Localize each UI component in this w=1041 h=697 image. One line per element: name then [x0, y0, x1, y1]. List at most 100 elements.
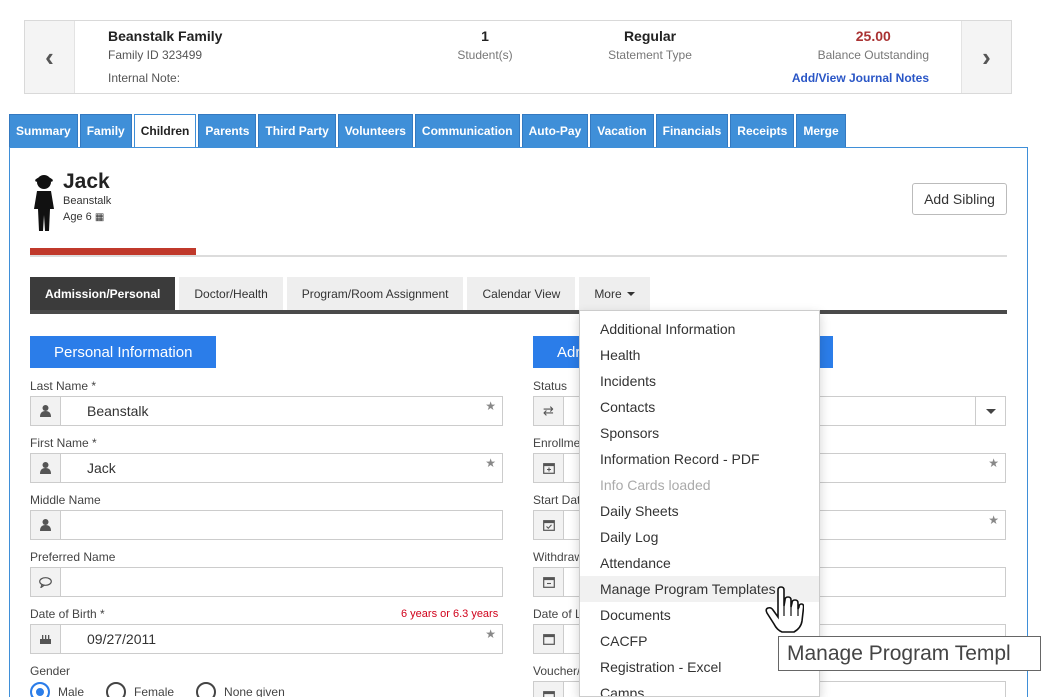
- gender-female-label: Female: [134, 685, 175, 697]
- calendar-minus-icon: [534, 568, 564, 596]
- chevron-down-icon: [975, 397, 1005, 425]
- family-name: Beanstalk Family: [108, 28, 223, 44]
- family-id: Family ID 323499: [108, 48, 203, 62]
- preferred-name-label: Preferred Name: [30, 550, 116, 564]
- first-name-field[interactable]: Jack ★: [30, 453, 503, 483]
- gender-male-radio[interactable]: [30, 682, 50, 697]
- statement-stat: Regular Statement Type: [595, 28, 705, 62]
- tab-auto-pay[interactable]: Auto-Pay: [521, 114, 589, 147]
- withdraw-date-label: Withdraw: [533, 550, 584, 564]
- menu-item-info-cards-loaded: Info Cards loaded: [600, 477, 711, 493]
- tab-communication[interactable]: Communication: [414, 114, 520, 147]
- profile-progress-fill: [30, 248, 196, 255]
- enrollment-date-label: Enrollme: [533, 436, 581, 450]
- balance-label: Balance Outstanding: [817, 48, 929, 62]
- child-avatar: [34, 175, 54, 231]
- birthday-cake-icon: [31, 625, 61, 653]
- menu-item-daily-sheets[interactable]: Daily Sheets: [580, 498, 819, 524]
- gender-female-radio[interactable]: [106, 682, 127, 697]
- gender-label: Gender: [30, 664, 71, 678]
- menu-item-attendance[interactable]: Attendance: [580, 550, 819, 576]
- calendar-icon: [534, 625, 564, 653]
- start-date-label: Start Dat: [533, 493, 581, 507]
- chevron-right-icon: ›: [982, 41, 991, 72]
- journal-notes-link[interactable]: Add/View Journal Notes: [792, 71, 929, 85]
- birthday-cake-icon: ▦: [94, 212, 105, 223]
- sub-tab-underline: [30, 310, 1007, 314]
- tab-receipts[interactable]: Receipts: [730, 114, 795, 147]
- tooltip: Manage Program Templ: [778, 636, 1041, 671]
- tab-program-room-assignment[interactable]: Program/Room Assignment: [286, 277, 464, 310]
- sub-tab-bar: Admission/Personal Doctor/Health Program…: [30, 277, 654, 310]
- middle-name-field[interactable]: [30, 510, 503, 540]
- star-icon: ★: [485, 399, 496, 413]
- speech-bubble-icon: [31, 568, 61, 596]
- menu-item-information-record-pdf[interactable]: Information Record - PDF: [580, 446, 819, 472]
- more-dropdown-toggle[interactable]: More: [579, 277, 650, 310]
- menu-item-health[interactable]: Health: [580, 342, 819, 368]
- user-icon: [31, 397, 61, 425]
- balance-stat: 25.00 Balance Outstanding: [818, 28, 929, 62]
- previous-family-button[interactable]: ‹: [25, 21, 75, 93]
- add-sibling-button[interactable]: Add Sibling: [912, 183, 1007, 215]
- menu-item-sponsors[interactable]: Sponsors: [580, 420, 819, 446]
- tab-doctor-health[interactable]: Doctor/Health: [179, 277, 283, 310]
- menu-item-contacts[interactable]: Contacts: [580, 394, 819, 420]
- menu-item-additional-information[interactable]: Additional Information: [580, 316, 819, 342]
- menu-item-camps[interactable]: Camps: [580, 680, 819, 696]
- voucher-label: Voucher/: [533, 664, 581, 678]
- internal-note-label: Internal Note:: [108, 71, 181, 85]
- tab-volunteers[interactable]: Volunteers: [337, 114, 413, 147]
- dob-field[interactable]: 09/27/2011 ★: [30, 624, 503, 654]
- tab-calendar-view[interactable]: Calendar View: [467, 277, 576, 310]
- statement-type-value: Regular: [623, 28, 677, 44]
- child-last-name: Beanstalk: [63, 195, 112, 207]
- gender-none-label: None given: [224, 685, 285, 697]
- calendar-icon: [534, 682, 564, 697]
- tab-vacation[interactable]: Vacation: [590, 114, 654, 147]
- calendar-plus-icon: [534, 454, 564, 482]
- last-date-label: Date of L: [533, 607, 582, 621]
- dob-value: 09/27/2011: [87, 631, 157, 647]
- main-tab-bar: Summary Family Children Parents Third Pa…: [9, 114, 848, 148]
- statement-type-label: Statement Type: [608, 48, 692, 62]
- menu-item-incidents[interactable]: Incidents: [580, 368, 819, 394]
- tab-financials[interactable]: Financials: [655, 114, 729, 147]
- tab-children[interactable]: Children: [133, 114, 197, 148]
- chevron-left-icon: ‹: [45, 41, 54, 72]
- star-icon: ★: [485, 456, 496, 470]
- preferred-name-field[interactable]: [30, 567, 503, 597]
- first-name-label: First Name *: [30, 436, 97, 450]
- gender-radio-group: Male Female None given: [30, 682, 307, 697]
- last-name-field[interactable]: Beanstalk ★: [30, 396, 503, 426]
- tab-family[interactable]: Family: [79, 114, 132, 147]
- personal-information-header: Personal Information: [30, 336, 216, 368]
- students-stat: 1 Student(s): [445, 28, 525, 62]
- user-icon: [31, 511, 61, 539]
- tab-admission-personal[interactable]: Admission/Personal: [30, 277, 176, 310]
- child-age: Age 6 ▦: [63, 211, 104, 223]
- user-icon: [31, 454, 61, 482]
- tab-merge[interactable]: Merge: [796, 114, 846, 147]
- tab-third-party[interactable]: Third Party: [258, 114, 336, 147]
- calendar-check-icon: [534, 511, 564, 539]
- gender-male-label: Male: [58, 685, 85, 697]
- star-icon: ★: [988, 513, 999, 527]
- tab-parents[interactable]: Parents: [198, 114, 257, 147]
- students-label: Student(s): [457, 48, 513, 62]
- next-family-button[interactable]: ›: [961, 21, 1011, 93]
- tab-summary[interactable]: Summary: [9, 114, 78, 147]
- balance-value: 25.00: [855, 28, 891, 44]
- child-first-name: Jack: [63, 170, 110, 193]
- dob-label: Date of Birth *: [30, 607, 105, 621]
- exchange-icon: ⇄: [534, 397, 564, 425]
- family-summary-card: ‹ Beanstalk Family Family ID 323499 Inte…: [24, 20, 1012, 94]
- students-count: 1: [481, 28, 489, 44]
- child-age-text: Age 6: [63, 211, 92, 223]
- first-name-value: Jack: [87, 460, 116, 476]
- status-label: Status: [533, 379, 568, 393]
- last-name-label: Last Name *: [30, 379, 97, 393]
- star-icon: ★: [485, 627, 496, 641]
- gender-none-radio[interactable]: [196, 682, 217, 697]
- menu-item-daily-log[interactable]: Daily Log: [580, 524, 819, 550]
